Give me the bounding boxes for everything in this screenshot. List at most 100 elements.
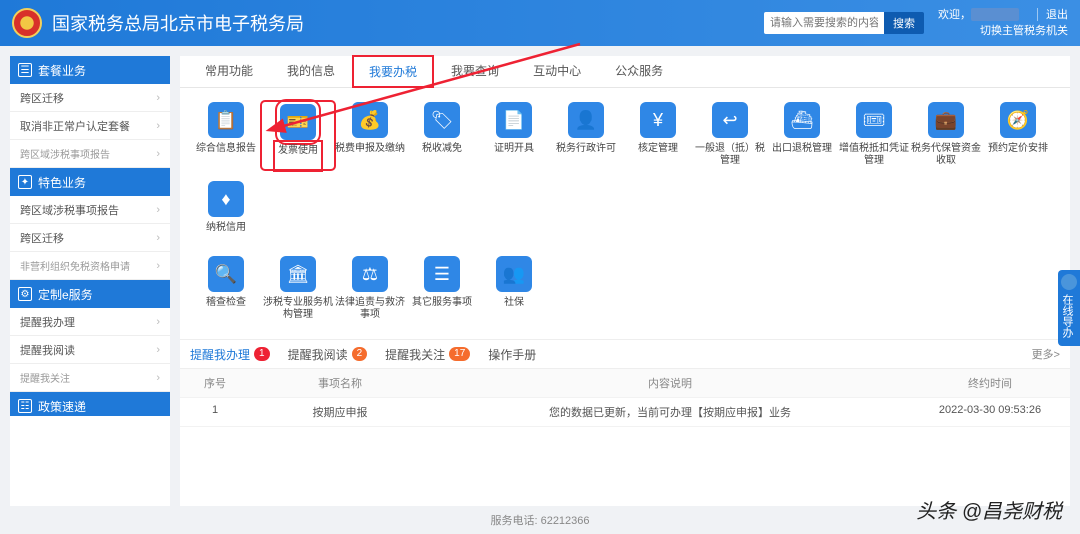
tile-icon: ☰ (424, 256, 460, 292)
sidebar-item[interactable]: 跨区域涉税事项报告› (10, 140, 170, 168)
table-row[interactable]: 1按期应申报您的数据已更新，当前可办理【按期应申报】业务2022-03-30 0… (180, 398, 1070, 427)
sidebar-item-label: 非营利组织免税资格申请 (20, 258, 130, 273)
sidebar-item[interactable]: 取消非正常户认定套餐› (10, 112, 170, 140)
sidebar-category[interactable]: ☷ 政策速递 (10, 392, 170, 416)
tile-label: 预约定价安排 (988, 143, 1048, 165)
service-tile[interactable]: 👥 社保 (478, 256, 550, 321)
service-tile[interactable]: ♦ 纳税信用 (190, 181, 262, 244)
count-badge: 2 (352, 347, 368, 361)
tile-icon: ⛴ (784, 102, 820, 138)
chevron-right-icon: › (156, 148, 160, 160)
sidebar-item[interactable]: 跨区迁移› (10, 84, 170, 112)
tile-label: 社保 (504, 297, 524, 319)
service-tile[interactable]: ☰ 其它服务事项 (406, 256, 478, 321)
tile-icon: 🔍 (208, 256, 244, 292)
sidebar-item-label: 跨区迁移 (20, 90, 64, 106)
tile-label: 证明开具 (494, 143, 534, 165)
main-tab[interactable]: 我要办税 (352, 55, 434, 88)
main-tab[interactable]: 公众服务 (598, 54, 680, 87)
service-tile[interactable]: 🎫发票使用 (262, 102, 334, 169)
sidebar-item-label: 提醒我关注 (20, 370, 70, 385)
service-tile[interactable]: 🏛 涉税专业服务机构管理 (262, 256, 334, 321)
search-box: 搜索 (764, 12, 924, 34)
tile-icon: ♦ (208, 181, 244, 217)
category-label: 套餐业务 (38, 62, 86, 79)
sidebar-item[interactable]: 跨区域涉税事项报告› (10, 196, 170, 224)
user-block: 欢迎， 退出 切换主管税务机关 (938, 8, 1068, 39)
tile-icon: 💰 (352, 102, 388, 138)
chevron-right-icon: › (156, 120, 160, 132)
main-tab[interactable]: 常用功能 (188, 54, 270, 87)
sidebar-item[interactable]: 跨区迁移› (10, 224, 170, 252)
service-tile[interactable]: ↩一般退（抵）税管理 (694, 102, 766, 169)
category-label: 政策速递 (38, 398, 86, 415)
search-input[interactable] (764, 12, 884, 34)
sidebar-category[interactable]: ☰套餐业务 (10, 56, 170, 84)
sidebar-item[interactable]: 提醒我关注 › (10, 364, 170, 392)
tile-label: 其它服务事项 (412, 297, 472, 319)
category-icon: ⚙ (18, 287, 32, 301)
tile-label: 涉税专业服务机构管理 (262, 297, 334, 321)
user-name-redacted (971, 8, 1019, 21)
main-tab[interactable]: 我的信息 (270, 54, 352, 87)
tile-icon: 🏛 (280, 256, 316, 292)
tile-label: 发票使用 (278, 145, 318, 167)
main-tabs: 常用功能我的信息我要办税我要查询互动中心公众服务 (180, 56, 1070, 88)
service-tile[interactable]: 🧭预约定价安排 (982, 102, 1054, 169)
sidebar-item[interactable]: 非营利组织免税资格申请› (10, 252, 170, 280)
tile-icon: 💼 (928, 102, 964, 138)
sidebar-item-label: 提醒我办理 (20, 314, 75, 330)
category-icon: ☷ (18, 399, 32, 413)
reminder-table: 序号 事项名称 内容说明 终约时间 1按期应申报您的数据已更新，当前可办理【按期… (180, 369, 1070, 427)
reminder-tab[interactable]: 操作手册 (488, 346, 536, 363)
tile-label: 一般退（抵）税管理 (694, 143, 766, 167)
service-tile[interactable]: ⚖法律追责与救济事项 (334, 256, 406, 321)
service-tile[interactable]: 🏷税收减免 (406, 102, 478, 169)
tile-icon: ⚖ (352, 256, 388, 292)
service-tile[interactable]: 📋 综合信息报告 (190, 102, 262, 169)
switch-org-link[interactable]: 切换主管税务机关 (980, 24, 1068, 38)
tile-icon: 🏷 (424, 102, 460, 138)
sidebar-item[interactable]: 提醒我阅读› (10, 336, 170, 364)
chevron-right-icon: › (156, 344, 160, 356)
reminder-tab[interactable]: 提醒我办理1 (190, 346, 270, 363)
cell-name: 按期应申报 (250, 398, 430, 426)
sidebar-item[interactable]: 提醒我办理 › (10, 308, 170, 336)
welcome-label: 欢迎， (938, 8, 1019, 22)
sidebar-category[interactable]: ⚙定制e服务 (10, 280, 170, 308)
cell-no: 1 (180, 398, 250, 426)
chevron-right-icon: › (156, 316, 160, 328)
tile-icon: 📋 (208, 102, 244, 138)
service-tile[interactable]: 💰税费申报及缴纳 (334, 102, 406, 169)
reminder-tab-label: 提醒我阅读 (288, 346, 348, 363)
service-tile[interactable]: 🔍 稽查检查 (190, 256, 262, 321)
service-tile[interactable]: 📄证明开具 (478, 102, 550, 169)
sidebar-category[interactable]: ✦特色业务 (10, 168, 170, 196)
col-desc: 内容说明 (430, 369, 910, 397)
chevron-right-icon: › (156, 232, 160, 244)
search-button[interactable]: 搜索 (884, 12, 924, 34)
reminder-tab[interactable]: 提醒我阅读 2 (288, 346, 368, 363)
service-tile[interactable]: 💼税务代保管资金收取 (910, 102, 982, 169)
service-tile[interactable]: 🎟增值税抵扣凭证管理 (838, 102, 910, 169)
logout-link[interactable]: 退出 (1046, 8, 1068, 22)
reminder-tab[interactable]: 提醒我关注17 (385, 346, 470, 363)
service-tile[interactable]: 👤税务行政许可 (550, 102, 622, 169)
more-link[interactable]: 更多> (1032, 346, 1060, 362)
count-badge: 1 (254, 347, 270, 361)
online-help-button[interactable]: 在线导办 (1058, 270, 1080, 346)
col-name: 事项名称 (250, 369, 430, 397)
tile-label: 稽查检查 (206, 297, 246, 319)
main-tab[interactable]: 我要查询 (434, 54, 516, 87)
sidebar: ☰套餐业务跨区迁移›取消非正常户认定套餐›跨区域涉税事项报告›✦特色业务跨区域涉… (10, 56, 170, 506)
main-tab[interactable]: 互动中心 (516, 54, 598, 87)
chevron-right-icon: › (156, 204, 160, 216)
service-tile[interactable]: ⛴出口退税管理 (766, 102, 838, 169)
tile-icon: 👥 (496, 256, 532, 292)
tile-label: 纳税信用 (206, 222, 246, 244)
service-tile[interactable]: ¥核定管理 (622, 102, 694, 169)
table-header: 序号 事项名称 内容说明 终约时间 (180, 369, 1070, 398)
chevron-right-icon: › (156, 372, 160, 384)
divider-icon (1037, 8, 1038, 21)
tile-label: 综合信息报告 (196, 143, 256, 165)
